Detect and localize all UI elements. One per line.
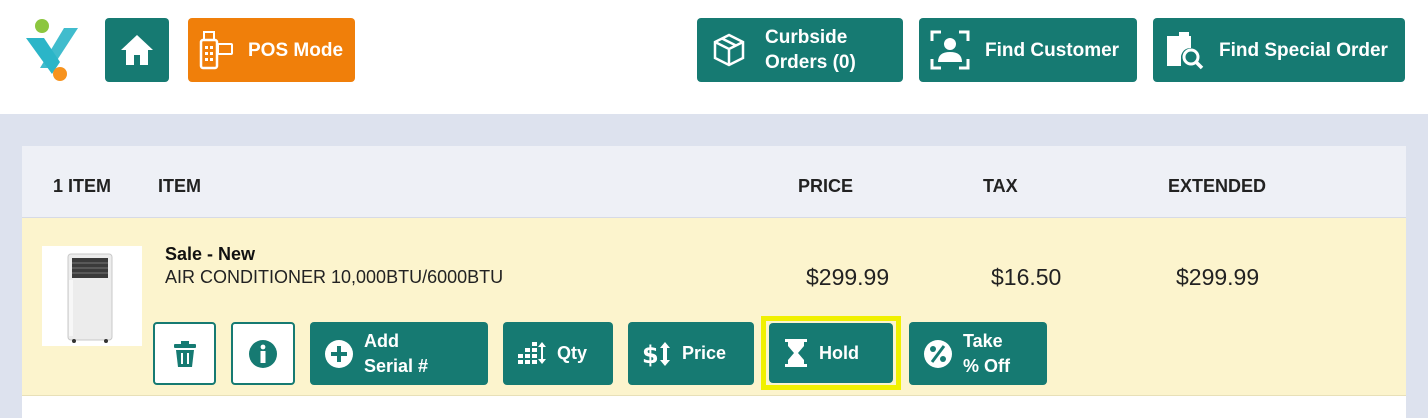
take-off-line2: % Off	[963, 355, 1010, 376]
customer-scan-icon	[930, 30, 970, 70]
header-extended: EXTENDED	[1168, 176, 1267, 196]
percent-icon	[924, 339, 952, 368]
info-icon	[249, 339, 277, 368]
price-change-icon: $	[642, 341, 670, 369]
quantity-icon	[518, 341, 546, 364]
hold-button[interactable]: Hold	[769, 323, 893, 383]
curbside-label-line1: Curbside	[765, 27, 848, 48]
item-extended: $299.99	[1176, 264, 1260, 290]
box-icon	[713, 33, 745, 67]
svg-text:$: $	[642, 341, 659, 369]
trash-icon	[173, 340, 196, 367]
item-tax: $16.50	[991, 264, 1062, 290]
header-item: ITEM	[158, 176, 201, 196]
add-serial-button[interactable]: Add Serial #	[310, 322, 488, 385]
plus-circle-icon	[325, 339, 353, 368]
take-off-line1: Take	[963, 330, 1003, 351]
qty-label: Qty	[557, 343, 588, 363]
home-icon	[121, 35, 153, 65]
header-tax: TAX	[983, 176, 1018, 196]
home-button[interactable]	[105, 18, 169, 82]
pos-mode-button[interactable]: POS Mode	[188, 18, 355, 82]
price-button[interactable]: $ Price	[628, 322, 754, 385]
take-percent-off-button[interactable]: Take % Off	[909, 322, 1047, 385]
table-row[interactable]: Sale - New AIR CONDITIONER 10,000BTU/600…	[22, 218, 1406, 396]
order-search-icon	[1167, 32, 1204, 70]
find-special-order-button[interactable]: Find Special Order	[1153, 18, 1405, 82]
app-logo-icon	[26, 19, 78, 81]
cart-panel: 1 ITEM ITEM PRICE TAX EXTENDED Sale - Ne…	[22, 146, 1406, 418]
info-button[interactable]	[231, 322, 295, 385]
pos-terminal-icon	[199, 31, 233, 70]
pos-mode-label: POS Mode	[248, 39, 344, 61]
item-title: Sale - New	[165, 244, 256, 264]
item-description: AIR CONDITIONER 10,000BTU/6000BTU	[165, 267, 504, 287]
header-item-count: 1 ITEM	[53, 176, 112, 196]
curbside-label-line2: Orders (0)	[765, 52, 856, 73]
header-price: PRICE	[798, 176, 854, 196]
curbside-orders-button[interactable]: Curbside Orders (0)	[697, 18, 903, 82]
product-thumbnail	[42, 246, 142, 346]
delete-button[interactable]	[153, 322, 216, 385]
find-customer-label: Find Customer	[985, 39, 1120, 61]
add-serial-line2: Serial #	[364, 355, 429, 376]
hourglass-icon	[785, 339, 807, 367]
table-header: 1 ITEM ITEM PRICE TAX EXTENDED	[22, 146, 1406, 218]
top-bar: POS Mode Curbside Orders (0) Find Custom…	[0, 0, 1428, 114]
qty-button[interactable]: Qty	[503, 322, 613, 385]
add-serial-line1: Add	[364, 330, 399, 351]
find-customer-button[interactable]: Find Customer	[919, 18, 1137, 82]
item-price: $299.99	[806, 264, 890, 290]
hold-label: Hold	[819, 342, 859, 363]
price-label: Price	[682, 343, 727, 363]
find-special-order-label: Find Special Order	[1219, 39, 1388, 61]
